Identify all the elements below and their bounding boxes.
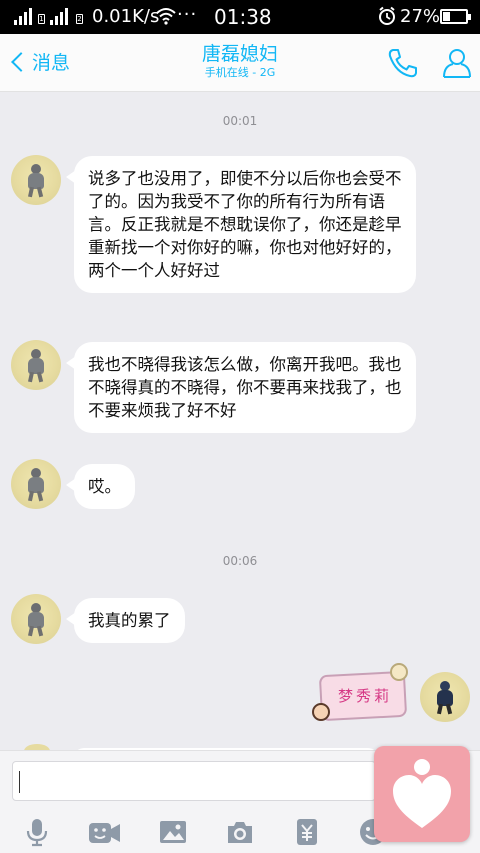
sticker-face-icon xyxy=(390,663,408,681)
chevron-left-icon xyxy=(11,51,31,72)
clock: 01:38 xyxy=(214,5,272,29)
text-cursor xyxy=(19,771,20,793)
message-bubble[interactable]: 我真的累了 xyxy=(66,598,185,643)
microphone-icon[interactable] xyxy=(22,817,52,847)
chat-header: 消息 唐磊媳妇 手机在线 - 2G xyxy=(0,34,480,92)
status-bar: 1 2 0.01K/s ··· 01:38 27% xyxy=(0,0,480,34)
wifi-icon xyxy=(156,8,176,25)
back-button[interactable]: 消息 xyxy=(10,48,70,75)
sim1-icon: 1 xyxy=(38,14,45,24)
heart-icon xyxy=(393,775,451,828)
phone-icon[interactable] xyxy=(386,46,420,80)
video-face-icon[interactable] xyxy=(88,817,122,847)
floating-heart-button[interactable] xyxy=(374,746,470,842)
cellular-signal-icon xyxy=(14,8,32,25)
person-icon[interactable] xyxy=(440,46,474,80)
message-bubble[interactable]: 我也不晓得我该怎么做，你离开我吧。我也不晓得真的不晓得，你不要再来找我了，也不要… xyxy=(66,342,416,433)
self-avatar[interactable] xyxy=(420,672,470,722)
timestamp: 00:06 xyxy=(222,554,258,568)
message-input-box[interactable] xyxy=(12,761,376,801)
cellular-signal-icon-2 xyxy=(50,8,68,25)
contact-info[interactable]: 唐磊媳妇 手机在线 - 2G xyxy=(140,42,340,80)
image-icon[interactable] xyxy=(158,817,188,847)
message-bubble[interactable]: 哎。 xyxy=(66,464,135,509)
sticker-message[interactable]: 梦秀莉 xyxy=(312,663,422,733)
heart-dot xyxy=(414,759,430,775)
sticker-face-icon xyxy=(312,703,330,721)
avatar[interactable] xyxy=(11,340,61,390)
contact-status: 手机在线 - 2G xyxy=(204,66,276,79)
battery-icon xyxy=(440,9,471,24)
network-speed: 0.01K/s xyxy=(92,6,160,27)
message-input[interactable] xyxy=(13,762,375,800)
more-notifications-icon: ··· xyxy=(177,4,198,25)
battery-percentage: 27% xyxy=(400,6,441,27)
timestamp: 00:01 xyxy=(222,114,258,128)
message-bubble[interactable]: 说多了也没用了，即使不分以后你也会受不了的。因为我受不了你的所有行为所有语言。反… xyxy=(66,156,416,293)
contact-name: 唐磊媳妇 xyxy=(201,43,278,65)
avatar[interactable] xyxy=(11,155,61,205)
back-label: 消息 xyxy=(32,52,71,74)
alarm-icon xyxy=(379,6,395,25)
sim2-icon: 2 xyxy=(76,14,83,24)
red-packet-icon[interactable] xyxy=(292,817,322,847)
avatar[interactable] xyxy=(11,594,61,644)
camera-icon[interactable] xyxy=(225,817,255,847)
avatar[interactable] xyxy=(11,459,61,509)
sticker-text: 梦秀莉 xyxy=(337,687,392,705)
